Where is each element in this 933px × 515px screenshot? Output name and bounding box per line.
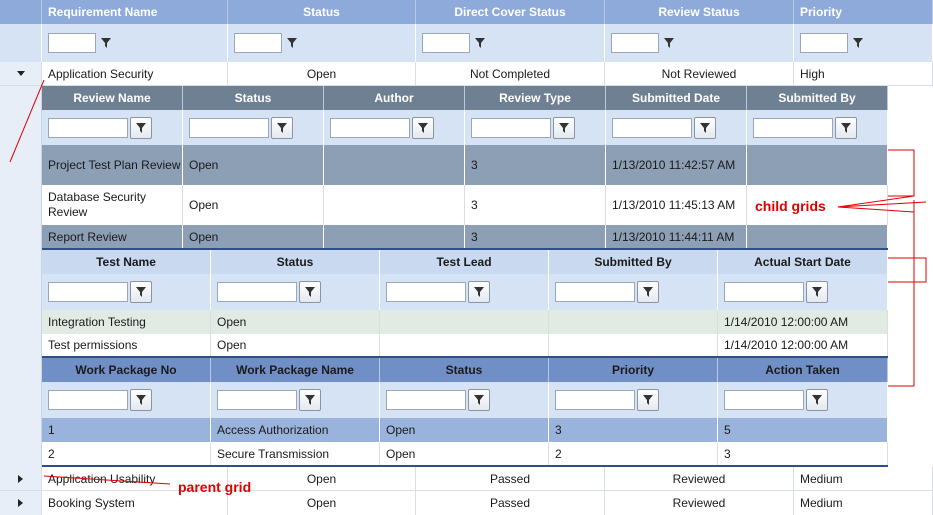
annotation-arrow-3	[837, 206, 915, 213]
annotation-bracket-workpackage	[888, 200, 915, 387]
annotation-arrow-2	[837, 201, 927, 208]
annotation-child-grids: child grids	[755, 198, 826, 214]
annotation-line-parent-top	[9, 79, 45, 163]
annotation-lines	[9, 79, 927, 485]
annotation-line-parent-bottom	[43, 475, 171, 485]
annotation-bracket-review	[888, 149, 915, 197]
annotation-parent-grid: parent grid	[178, 479, 252, 495]
annotation-arrow-1	[837, 195, 915, 208]
annotation-bracket-test	[888, 257, 927, 283]
